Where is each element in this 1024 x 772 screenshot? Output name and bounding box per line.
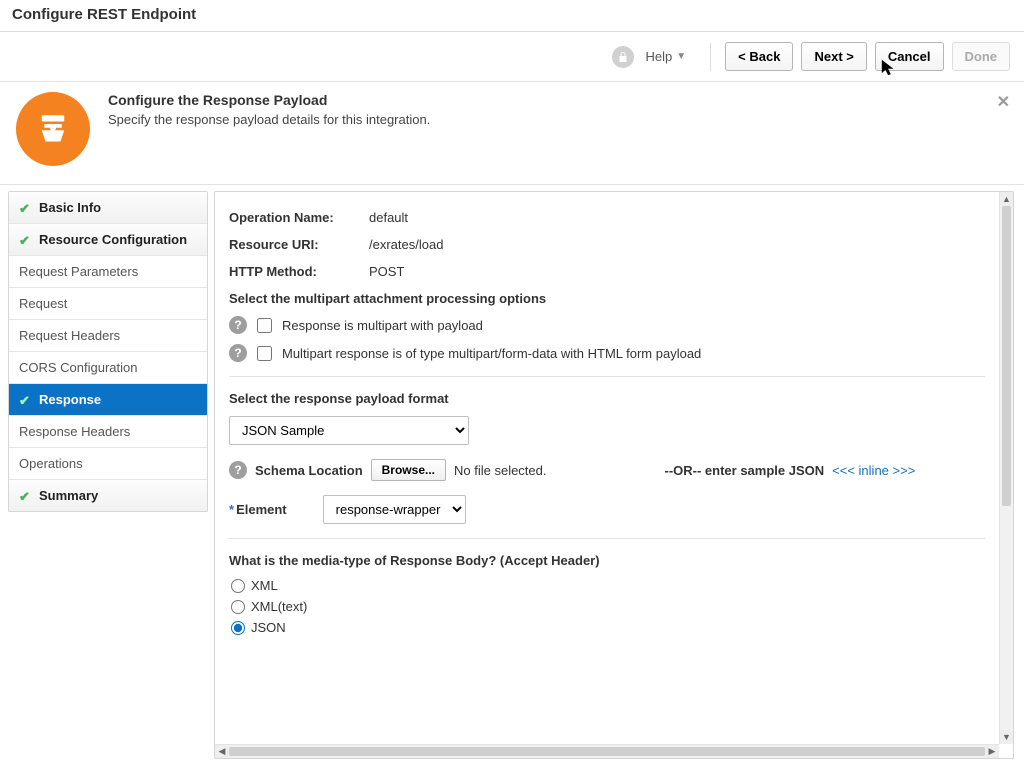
radio-json[interactable]: JSON (231, 620, 985, 635)
multipart-payload-checkbox[interactable] (257, 318, 272, 333)
payload-format-select[interactable]: JSON Sample (229, 416, 469, 445)
done-button: Done (952, 42, 1011, 71)
sidebar-item-label: Response (39, 392, 101, 407)
check-icon: ✔ (19, 393, 33, 407)
radio-input-xml-text[interactable] (231, 600, 245, 614)
payload-format-label: Select the response payload format (229, 391, 985, 406)
help-menu[interactable]: Help ▼ (646, 49, 687, 64)
help-icon[interactable]: ? (229, 316, 247, 334)
page-title: Configure REST Endpoint (0, 0, 1024, 32)
check-icon: ✔ (19, 201, 33, 215)
sidebar-item-request-parameters[interactable]: Request Parameters (9, 256, 207, 288)
inline-json-link[interactable]: <<< inline >>> (832, 463, 915, 478)
element-select[interactable]: response-wrapper (323, 495, 466, 524)
back-button[interactable]: < Back (725, 42, 793, 71)
sidebar-item-operations[interactable]: Operations (9, 448, 207, 480)
sidebar-item-label: Request Headers (19, 328, 120, 343)
resource-uri-label: Resource URI: (229, 237, 369, 252)
sidebar-item-label: Request Parameters (19, 264, 138, 279)
cancel-button[interactable]: Cancel (875, 42, 944, 71)
sidebar-item-resource-configuration[interactable]: ✔ Resource Configuration (9, 224, 207, 256)
banner-title: Configure the Response Payload (108, 92, 430, 108)
http-method-value: POST (369, 264, 404, 279)
sidebar-item-label: Basic Info (39, 200, 101, 215)
sidebar-item-label: Summary (39, 488, 98, 503)
radio-xml[interactable]: XML (231, 578, 985, 593)
sidebar-item-cors-configuration[interactable]: CORS Configuration (9, 352, 207, 384)
multipart-formdata-checkbox[interactable] (257, 346, 272, 361)
lock-icon (612, 46, 634, 68)
multipart-formdata-label: Multipart response is of type multipart/… (282, 346, 701, 361)
resource-uri-value: /exrates/load (369, 237, 443, 252)
wizard-sidebar: ✔ Basic Info ✔ Resource Configuration Re… (8, 191, 208, 512)
sidebar-item-request-headers[interactable]: Request Headers (9, 320, 207, 352)
scroll-thumb[interactable] (229, 747, 985, 756)
help-label: Help (646, 49, 673, 64)
banner: Configure the Response Payload Specify t… (0, 81, 1024, 185)
sidebar-item-summary[interactable]: ✔ Summary (9, 480, 207, 511)
sidebar-item-label: Response Headers (19, 424, 130, 439)
scroll-thumb[interactable] (1002, 206, 1011, 506)
operation-name-label: Operation Name: (229, 210, 369, 225)
schema-location-label: Schema Location (255, 463, 363, 478)
radio-input-xml[interactable] (231, 579, 245, 593)
toolbar: Help ▼ < Back Next > Cancel Done (0, 32, 1024, 81)
media-type-label: What is the media-type of Response Body?… (229, 553, 985, 568)
sidebar-item-response[interactable]: ✔ Response (9, 384, 207, 416)
multipart-section-label: Select the multipart attachment processi… (229, 291, 985, 306)
radio-label: XML(text) (251, 599, 307, 614)
scroll-up-icon[interactable]: ▲ (1000, 192, 1013, 206)
chevron-down-icon: ▼ (676, 51, 686, 62)
scroll-left-icon[interactable]: ◀ (215, 745, 229, 758)
multipart-payload-label: Response is multipart with payload (282, 318, 483, 333)
scroll-down-icon[interactable]: ▼ (1000, 730, 1013, 744)
http-method-label: HTTP Method: (229, 264, 369, 279)
radio-label: JSON (251, 620, 286, 635)
sidebar-item-label: CORS Configuration (19, 360, 138, 375)
browse-button[interactable]: Browse... (371, 459, 446, 481)
radio-label: XML (251, 578, 278, 593)
radio-xml-text[interactable]: XML(text) (231, 599, 985, 614)
help-icon[interactable]: ? (229, 344, 247, 362)
next-button[interactable]: Next > (801, 42, 866, 71)
help-icon[interactable]: ? (229, 461, 247, 479)
sidebar-item-request[interactable]: Request (9, 288, 207, 320)
operation-name-value: default (369, 210, 408, 225)
or-label: --OR-- enter sample JSON (665, 463, 825, 478)
sidebar-item-label: Resource Configuration (39, 232, 187, 247)
divider (710, 43, 711, 71)
main-panel: Operation Name: default Resource URI: /e… (214, 191, 1014, 759)
no-file-label: No file selected. (454, 463, 547, 478)
radio-input-json[interactable] (231, 621, 245, 635)
sidebar-item-response-headers[interactable]: Response Headers (9, 416, 207, 448)
check-icon: ✔ (19, 489, 33, 503)
sidebar-item-label: Request (19, 296, 67, 311)
divider (229, 538, 985, 539)
vertical-scrollbar[interactable]: ▲ ▼ (999, 192, 1013, 744)
close-icon[interactable]: ✕ (997, 92, 1010, 112)
payload-icon (16, 92, 90, 166)
sidebar-item-basic-info[interactable]: ✔ Basic Info (9, 192, 207, 224)
sidebar-item-label: Operations (19, 456, 83, 471)
check-icon: ✔ (19, 233, 33, 247)
banner-subtitle: Specify the response payload details for… (108, 112, 430, 127)
scroll-right-icon[interactable]: ▶ (985, 745, 999, 758)
divider (229, 376, 985, 377)
horizontal-scrollbar[interactable]: ◀ ▶ (215, 744, 999, 758)
element-label: *Element (229, 502, 287, 517)
